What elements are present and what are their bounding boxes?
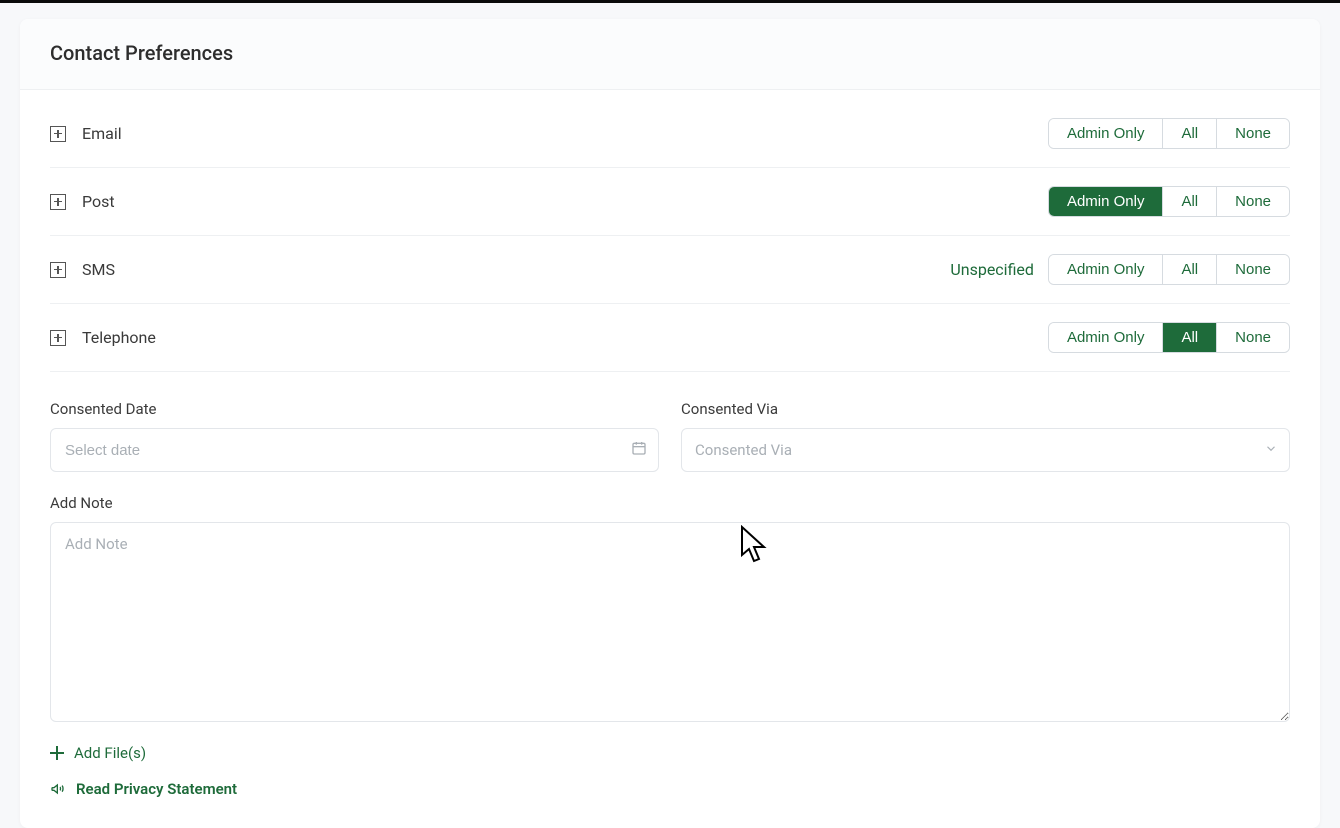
pref-left: Post	[50, 192, 115, 211]
seg-group-telephone: Admin Only All None	[1048, 322, 1290, 353]
megaphone-icon	[50, 781, 66, 797]
plus-icon	[50, 746, 64, 760]
pref-label-email: Email	[82, 124, 122, 143]
pref-label-telephone: Telephone	[82, 328, 156, 347]
expand-icon[interactable]	[50, 126, 66, 142]
seg-all[interactable]: All	[1163, 255, 1217, 284]
pref-left: Email	[50, 124, 122, 143]
add-note-textarea[interactable]	[50, 522, 1290, 722]
card-title: Contact Preferences	[50, 41, 1290, 65]
consented-via-select[interactable]	[681, 428, 1290, 472]
seg-group-post: Admin Only All None	[1048, 186, 1290, 217]
expand-icon[interactable]	[50, 262, 66, 278]
consented-via-col: Consented Via Consented Via	[681, 400, 1290, 472]
pref-row-sms: SMS Unspecified Admin Only All None	[50, 236, 1290, 304]
consent-form-row: Consented Date Consented Via	[50, 400, 1290, 472]
seg-none[interactable]: None	[1217, 323, 1289, 352]
expand-icon[interactable]	[50, 330, 66, 346]
pref-row-email: Email Admin Only All None	[50, 100, 1290, 168]
seg-all[interactable]: All	[1163, 187, 1217, 216]
seg-none[interactable]: None	[1217, 119, 1289, 148]
consented-date-label: Consented Date	[50, 400, 659, 418]
pref-row-telephone: Telephone Admin Only All None	[50, 304, 1290, 372]
expand-icon[interactable]	[50, 194, 66, 210]
pref-right: Unspecified Admin Only All None	[950, 254, 1290, 285]
seg-admin-only[interactable]: Admin Only	[1049, 323, 1164, 352]
contact-preferences-card: Contact Preferences Email Admin Only All…	[20, 19, 1320, 828]
seg-admin-only[interactable]: Admin Only	[1049, 187, 1164, 216]
privacy-statement-link[interactable]: Read Privacy Statement	[50, 780, 1290, 798]
card-header: Contact Preferences	[20, 19, 1320, 90]
consented-date-col: Consented Date	[50, 400, 659, 472]
pref-right: Admin Only All None	[1048, 186, 1290, 217]
privacy-label: Read Privacy Statement	[76, 780, 237, 798]
note-field: Add Note	[50, 494, 1290, 726]
seg-group-email: Admin Only All None	[1048, 118, 1290, 149]
add-files-button[interactable]: Add File(s)	[50, 744, 1290, 762]
seg-none[interactable]: None	[1217, 255, 1289, 284]
seg-group-sms: Admin Only All None	[1048, 254, 1290, 285]
window-top-border	[0, 0, 1340, 3]
card-body: Email Admin Only All None Post Admin Onl…	[20, 90, 1320, 828]
pref-right: Admin Only All None	[1048, 322, 1290, 353]
pref-label-sms: SMS	[82, 260, 115, 279]
add-note-label: Add Note	[50, 494, 1290, 512]
seg-admin-only[interactable]: Admin Only	[1049, 119, 1164, 148]
pref-right: Admin Only All None	[1048, 118, 1290, 149]
add-files-label: Add File(s)	[74, 744, 146, 762]
pref-label-post: Post	[82, 192, 115, 211]
pref-left: SMS	[50, 260, 115, 279]
consented-date-wrap	[50, 428, 659, 472]
pref-row-post: Post Admin Only All None	[50, 168, 1290, 236]
seg-all[interactable]: All	[1163, 119, 1217, 148]
seg-none[interactable]: None	[1217, 187, 1289, 216]
status-unspecified: Unspecified	[950, 260, 1034, 279]
consented-via-label: Consented Via	[681, 400, 1290, 418]
pref-left: Telephone	[50, 328, 156, 347]
consented-via-wrap[interactable]: Consented Via	[681, 428, 1290, 472]
seg-all[interactable]: All	[1163, 323, 1217, 352]
seg-admin-only[interactable]: Admin Only	[1049, 255, 1164, 284]
consented-date-input[interactable]	[50, 428, 659, 472]
